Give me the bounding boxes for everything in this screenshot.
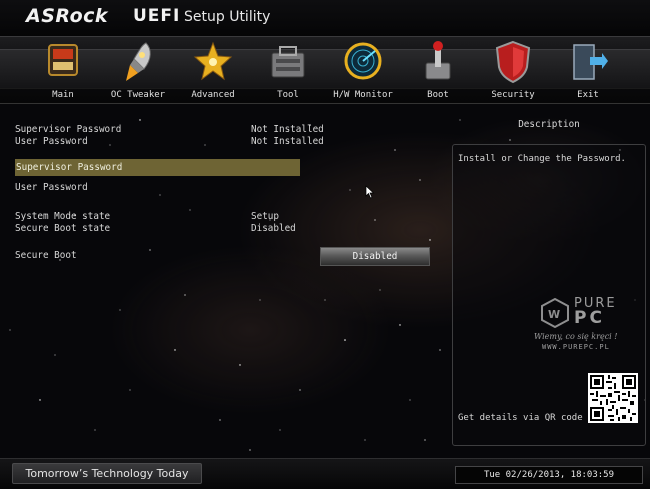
rocket-icon [126,42,151,81]
watermark-url: WWW.PUREPC.PL [542,343,610,351]
secure-boot-state-label: Secure Boot state [15,223,111,234]
supervisor-password-status-value: Not Installed [251,124,324,135]
svg-text:W: W [548,308,560,321]
tab-boot[interactable]: Boot [401,37,475,103]
system-mode-value: Setup [251,211,279,222]
radar-icon [344,42,382,80]
tab-security[interactable]: Security [476,37,550,103]
app-title: Setup Utility [184,9,271,25]
tab-tool-label: Tool [277,90,299,100]
watermark-slogan: Wiemy, co się kręci ! [534,332,618,341]
tab-exit-label: Exit [577,90,599,100]
tab-exit[interactable]: Exit [551,37,625,103]
user-password-status-value: Not Installed [251,136,324,147]
secure-boot-select[interactable]: Disabled [320,247,430,266]
description-title: Description [518,119,580,130]
system-mode-label: System Mode state [15,211,111,222]
user-password-status-row: User Password Not Installed [15,136,445,148]
user-password-item[interactable]: User Password [15,182,445,194]
toolbox-icon [271,46,305,78]
supervisor-password-status-row: Supervisor Password Not Installed [15,124,445,136]
tab-boot-label: Boot [427,90,449,100]
secure-boot-state-row: Secure Boot state Disabled [15,223,445,235]
datetime-display: Tue 02/26/2013, 18:03:59 [455,466,643,484]
user-password-status-label: User Password [15,136,88,147]
purepc-logo-icon: W [541,298,569,328]
tab-hw-monitor-label: H/W Monitor [333,90,393,100]
title-bar: ASRock UEFI Setup Utility [0,0,650,36]
tab-advanced-label: Advanced [191,90,235,100]
star-icon [193,41,233,81]
supervisor-password-status-label: Supervisor Password [15,124,122,135]
shield-icon [495,40,531,84]
supervisor-password-item-selected[interactable]: Supervisor Password [15,159,300,176]
secure-boot-label: Secure Boot [15,250,77,261]
supervisor-password-item-label: Supervisor Password [16,162,123,173]
tab-tool[interactable]: Tool [251,37,325,103]
watermark-pc: PC [574,308,605,328]
tab-advanced[interactable]: Advanced [176,37,250,103]
tagline: Tomorrow’s Technology Today [12,463,202,484]
tab-main[interactable]: Main [26,37,100,103]
description-text: Install or Change the Password. [458,154,626,164]
tab-security-label: Security [491,90,535,100]
tab-main-label: Main [52,90,74,100]
tab-oc-tweaker[interactable]: OC Tweaker [101,37,175,103]
purepc-watermark: W PURE PC Wiemy, co się kręci ! WWW.PURE… [534,294,634,358]
qr-caption: Get details via QR code [458,413,583,423]
main-icon [48,44,78,76]
secure-boot-state-value: Disabled [251,223,296,234]
uefi-label: UEFI [133,6,181,26]
tab-hw-monitor[interactable]: H/W Monitor [326,37,400,103]
tab-oc-tweaker-label: OC Tweaker [110,90,166,100]
main-nav-bar: Main OC Tweaker Advanced Tool H/W Monito… [0,36,650,104]
brand-logo: ASRock [26,5,109,27]
exit-door-icon [573,44,608,80]
system-mode-row: System Mode state Setup [15,211,445,223]
user-password-item-label: User Password [15,182,88,193]
qr-code-icon[interactable] [588,373,638,423]
mouse-pointer-icon [365,185,375,199]
power-switch-icon [425,41,451,80]
